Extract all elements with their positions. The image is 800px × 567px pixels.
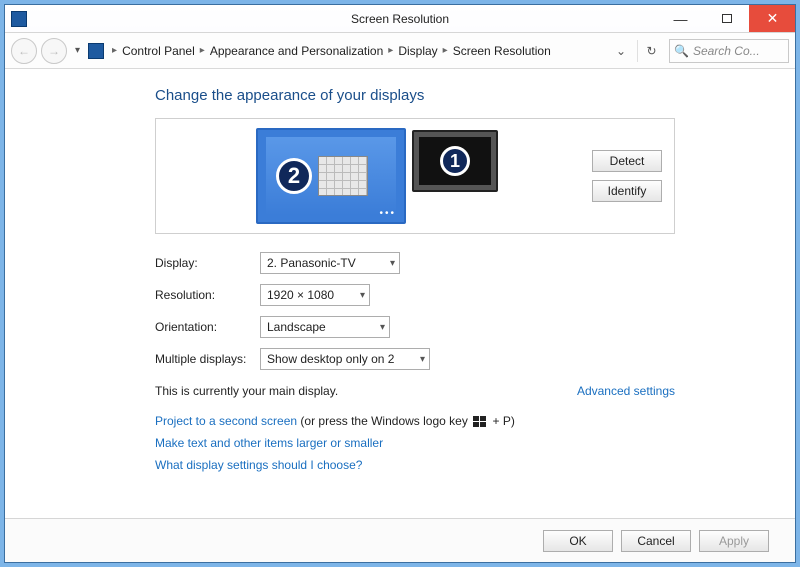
display-label: Display: xyxy=(155,256,260,270)
chevron-down-icon: ▾ xyxy=(360,290,365,301)
app-icon xyxy=(11,11,27,27)
main-display-note: This is currently your main display. xyxy=(155,384,338,398)
multiple-displays-label: Multiple displays: xyxy=(155,352,260,366)
resolution-select-value: 1920 × 1080 xyxy=(267,288,334,302)
close-button[interactable]: ✕ xyxy=(749,5,795,32)
monitor-2[interactable]: 2 ••• xyxy=(256,128,406,224)
project-second-screen-link[interactable]: Project to a second screen xyxy=(155,414,297,428)
search-placeholder: Search Co... xyxy=(693,44,760,58)
apply-button[interactable]: Apply xyxy=(699,530,769,552)
search-icon: 🔍 xyxy=(674,44,689,58)
path-icon xyxy=(88,43,104,59)
back-button[interactable]: ← xyxy=(11,38,37,64)
display-help-link[interactable]: What display settings should I choose? xyxy=(155,458,362,472)
display-select-value: 2. Panasonic-TV xyxy=(267,256,356,270)
minimize-button[interactable]: — xyxy=(657,5,703,32)
orientation-select[interactable]: Landscape ▾ xyxy=(260,316,390,338)
breadcrumb-item[interactable]: Display xyxy=(398,44,437,58)
window-controls: — ✕ xyxy=(657,5,795,32)
breadcrumb-item[interactable]: Screen Resolution xyxy=(453,44,551,58)
cancel-button[interactable]: Cancel xyxy=(621,530,691,552)
chevron-down-icon: ▾ xyxy=(420,354,425,365)
monitor-1-number: 1 xyxy=(440,146,470,176)
breadcrumb-item[interactable]: Appearance and Personalization xyxy=(210,44,383,58)
project-hint-text-b: + P) xyxy=(489,414,515,428)
breadcrumb-item[interactable]: Control Panel xyxy=(122,44,195,58)
orientation-select-value: Landscape xyxy=(267,320,326,334)
forward-button[interactable]: → xyxy=(41,38,67,64)
monitor-1[interactable]: 1 xyxy=(412,130,498,192)
history-dropdown-icon[interactable]: ▾ xyxy=(71,45,84,56)
chevron-down-icon: ▾ xyxy=(390,258,395,269)
button-bar: OK Cancel Apply xyxy=(5,518,795,562)
multiple-displays-select-value: Show desktop only on 2 xyxy=(267,352,394,366)
ok-button[interactable]: OK xyxy=(543,530,613,552)
content-area: Change the appearance of your displays 2… xyxy=(5,69,795,518)
resize-handle-icon: ••• xyxy=(379,208,396,219)
resolution-label: Resolution: xyxy=(155,288,260,302)
search-input[interactable]: 🔍 Search Co... xyxy=(669,39,789,63)
orientation-label: Orientation: xyxy=(155,320,260,334)
project-hint: Project to a second screen (or press the… xyxy=(155,414,675,428)
desktop-grid-icon xyxy=(318,156,368,196)
detect-button[interactable]: Detect xyxy=(592,150,662,172)
monitor-2-number: 2 xyxy=(276,158,312,194)
windows-logo-icon xyxy=(473,416,487,428)
refresh-button[interactable]: ↻ xyxy=(637,40,659,62)
display-select[interactable]: 2. Panasonic-TV ▾ xyxy=(260,252,400,274)
identify-button[interactable]: Identify xyxy=(592,180,662,202)
titlebar: Screen Resolution — ✕ xyxy=(5,5,795,33)
page-title: Change the appearance of your displays xyxy=(155,87,675,104)
path-dropdown-icon[interactable]: ⌄ xyxy=(613,44,629,58)
multiple-displays-select[interactable]: Show desktop only on 2 ▾ xyxy=(260,348,430,370)
chevron-down-icon: ▾ xyxy=(380,322,385,333)
text-scaling-link[interactable]: Make text and other items larger or smal… xyxy=(155,436,383,450)
breadcrumb[interactable]: ▸ Control Panel ▸ Appearance and Persona… xyxy=(110,44,609,58)
resolution-select[interactable]: 1920 × 1080 ▾ xyxy=(260,284,370,306)
advanced-settings-link[interactable]: Advanced settings xyxy=(577,384,675,398)
display-arrangement-box: 2 ••• 1 Detect Identify xyxy=(155,118,675,234)
window: Screen Resolution — ✕ ← → ▾ ▸ Control Pa… xyxy=(4,4,796,563)
project-hint-text-a: (or press the Windows logo key xyxy=(297,414,471,428)
monitor-layout[interactable]: 2 ••• 1 xyxy=(168,128,586,224)
nav-bar: ← → ▾ ▸ Control Panel ▸ Appearance and P… xyxy=(5,33,795,69)
maximize-button[interactable] xyxy=(703,5,749,32)
